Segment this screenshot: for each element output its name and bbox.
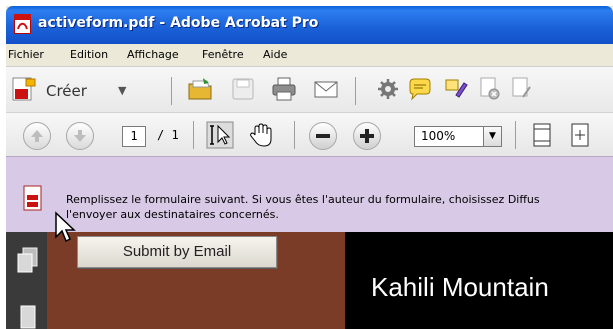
- pages-icon[interactable]: [15, 246, 41, 276]
- hand-tool-icon[interactable]: [247, 121, 275, 149]
- next-page-button[interactable]: [66, 122, 94, 150]
- navigation-toolbar: 1 / 1 100% ▼: [6, 112, 613, 157]
- menu-aide[interactable]: Aide: [263, 48, 287, 61]
- menu-affichage[interactable]: Affichage: [127, 48, 179, 61]
- zoom-in-button[interactable]: [353, 122, 381, 150]
- document-message-bar: Remplissez le formulaire suivant. Si vou…: [6, 156, 613, 233]
- page-total: / 1: [157, 128, 179, 142]
- sign-icon[interactable]: [508, 75, 536, 103]
- acrobat-window: activeform.pdf - Adobe Acrobat Pro Fichi…: [6, 6, 613, 329]
- zoom-dropdown[interactable]: ▼: [483, 126, 502, 147]
- create-pdf-icon: [12, 77, 36, 101]
- create-button[interactable]: Créer ▼: [12, 77, 156, 103]
- secure-icon[interactable]: [476, 75, 504, 103]
- highlight-icon[interactable]: [442, 75, 470, 103]
- zoom-out-icon: [316, 134, 330, 138]
- email-icon[interactable]: [312, 75, 340, 103]
- toolbar-separator: [515, 121, 516, 149]
- menu-fichier[interactable]: Fichier: [8, 48, 44, 61]
- zoom-out-button[interactable]: [309, 122, 337, 150]
- zoom-in-icon: [360, 129, 374, 143]
- toolbar-separator: [294, 121, 295, 149]
- mouse-cursor-icon: [55, 211, 76, 243]
- fit-width-icon[interactable]: [566, 121, 594, 149]
- window-title: activeform.pdf - Adobe Acrobat Pro: [38, 15, 319, 31]
- toolbar-separator: [171, 77, 172, 105]
- settings-icon[interactable]: [374, 75, 402, 103]
- open-folder-icon[interactable]: [187, 75, 215, 103]
- fit-page-icon[interactable]: [528, 121, 556, 149]
- create-dropdown-arrow[interactable]: ▼: [118, 84, 126, 97]
- next-page-icon: [74, 130, 86, 142]
- prev-page-icon: [31, 130, 43, 142]
- attachments-icon[interactable]: [15, 302, 41, 329]
- document-view[interactable]: Submit by Email Kahili Mountain: [47, 232, 613, 329]
- save-icon[interactable]: [229, 75, 257, 103]
- submit-by-email-button[interactable]: Submit by Email: [77, 236, 277, 268]
- zoom-input[interactable]: 100%: [414, 126, 484, 147]
- prev-page-button[interactable]: [23, 122, 51, 150]
- acrobat-pdf-icon: [14, 14, 31, 34]
- menu-bar: Fichier Edition Affichage Fenêtre Aide: [6, 44, 613, 66]
- form-icon: [23, 185, 42, 211]
- main-toolbar: Créer ▼: [6, 66, 613, 113]
- menu-fenetre[interactable]: Fenêtre: [202, 48, 244, 61]
- navigation-panel: [6, 232, 47, 329]
- message-text: Remplissez le formulaire suivant. Si vou…: [66, 193, 540, 221]
- toolbar-separator: [193, 121, 194, 149]
- page-number-input[interactable]: 1: [122, 126, 146, 147]
- toolbar-separator: [355, 77, 356, 105]
- print-icon[interactable]: [270, 75, 298, 103]
- create-label: Créer: [46, 82, 87, 100]
- title-bar[interactable]: activeform.pdf - Adobe Acrobat Pro: [6, 6, 613, 44]
- select-tool-icon[interactable]: [206, 121, 234, 149]
- document-heading: Kahili Mountain: [371, 272, 549, 302]
- menu-edition[interactable]: Edition: [70, 48, 108, 61]
- comment-icon[interactable]: [406, 75, 434, 103]
